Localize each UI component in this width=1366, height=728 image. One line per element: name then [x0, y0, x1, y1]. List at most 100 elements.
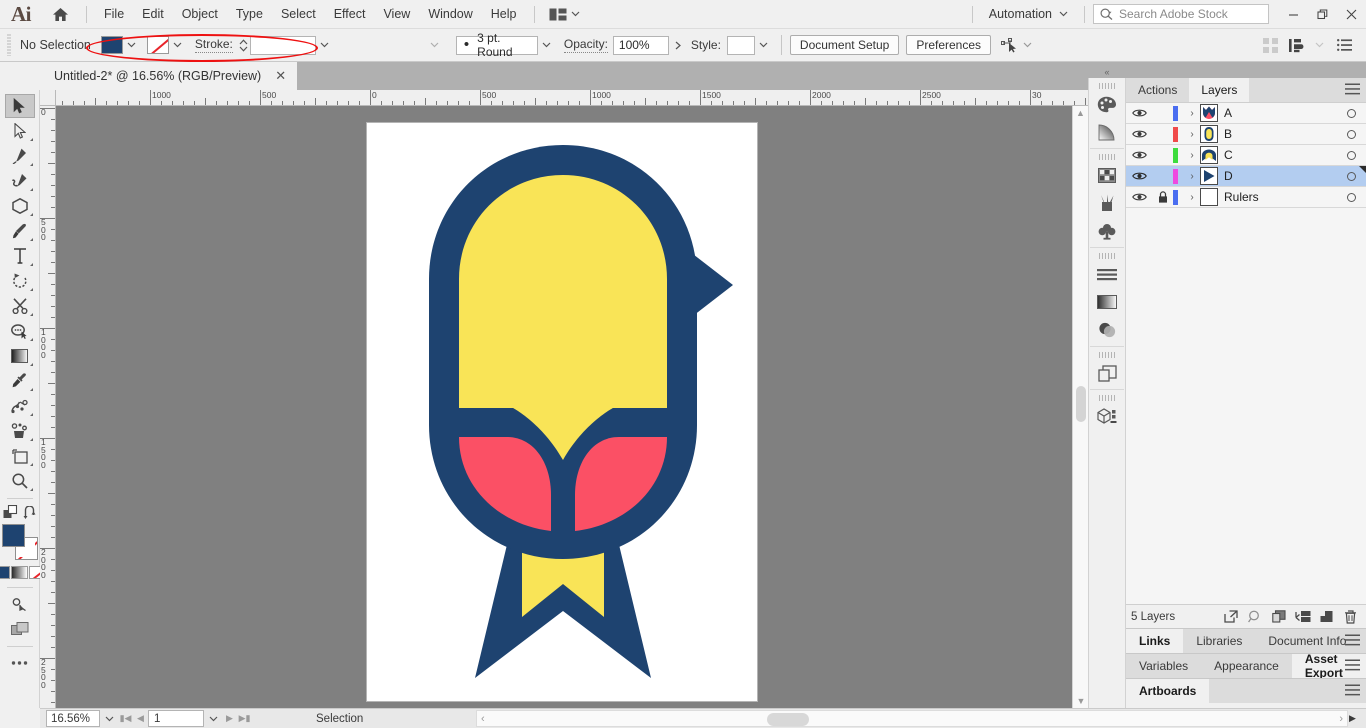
document-setup-button[interactable]: Document Setup — [789, 35, 900, 55]
stroke-panel-icon[interactable] — [1092, 260, 1122, 288]
more-options-icon[interactable] — [1328, 36, 1360, 55]
tab-links[interactable]: Links — [1126, 629, 1184, 653]
transform-icon[interactable] — [1001, 37, 1018, 53]
shape-tool[interactable] — [5, 194, 35, 218]
3d-panel-icon[interactable] — [1092, 402, 1122, 430]
horizontal-scrollbar[interactable]: ‹ › — [476, 710, 1348, 727]
brushes-panel-icon[interactable] — [1092, 189, 1122, 217]
tab-variables[interactable]: Variables — [1126, 654, 1201, 678]
distribute-dropdown-icon[interactable] — [1310, 36, 1328, 55]
document-tab[interactable]: Untitled-2* @ 16.56% (RGB/Preview) ✕ — [40, 62, 298, 90]
default-fill-stroke-icon[interactable] — [3, 505, 18, 520]
create-new-sublayer-icon[interactable] — [1293, 607, 1312, 626]
fill-color-swatch[interactable] — [100, 36, 123, 54]
search-icon[interactable] — [1245, 607, 1264, 626]
workspace-switcher[interactable]: Automation — [981, 3, 1076, 25]
align-icon[interactable] — [1258, 36, 1284, 55]
horizontal-scroll-thumb[interactable] — [767, 713, 809, 726]
visibility-toggle-icon[interactable] — [1126, 192, 1152, 202]
ruler-origin[interactable] — [40, 90, 56, 106]
control-bar-grip[interactable] — [4, 34, 14, 56]
panel-menu-icon[interactable] — [1345, 684, 1360, 696]
visibility-toggle-icon[interactable] — [1126, 129, 1152, 139]
paintbrush-tool[interactable] — [5, 219, 35, 243]
target-circle-icon[interactable] — [1336, 192, 1366, 202]
menu-select[interactable]: Select — [272, 2, 325, 26]
rail-grip-4[interactable] — [1099, 352, 1115, 358]
target-circle-icon[interactable] — [1336, 108, 1366, 118]
expand-layer-icon[interactable]: › — [1184, 108, 1200, 119]
tab-document-info[interactable]: Document Info — [1255, 629, 1359, 653]
draw-normal-icon[interactable] — [5, 592, 35, 616]
scissors-tool[interactable] — [5, 294, 35, 318]
last-artboard-icon[interactable]: ▶▮ — [237, 713, 252, 724]
swap-fill-stroke-icon[interactable] — [23, 506, 37, 519]
color-icon[interactable] — [0, 566, 10, 579]
panel-menu-icon[interactable] — [1345, 659, 1360, 671]
selection-tool[interactable] — [4, 94, 35, 118]
pen-tool[interactable] — [5, 144, 35, 168]
scroll-right-arrow[interactable]: › — [1339, 713, 1343, 725]
home-icon[interactable] — [42, 0, 78, 29]
stroke-weight-stepper[interactable] — [239, 38, 248, 52]
symbols-panel-icon[interactable] — [1092, 217, 1122, 245]
transparency-panel-icon[interactable] — [1092, 316, 1122, 344]
menu-window[interactable]: Window — [419, 2, 481, 26]
gradient-icon[interactable] — [11, 566, 28, 579]
type-tool[interactable] — [5, 244, 35, 268]
locate-object-icon[interactable] — [1221, 607, 1240, 626]
rotate-tool[interactable] — [5, 269, 35, 293]
rail-grip[interactable] — [1099, 83, 1115, 89]
eyedropper-tool[interactable] — [5, 369, 35, 393]
expand-layer-icon[interactable]: › — [1184, 171, 1200, 182]
menu-edit[interactable]: Edit — [133, 2, 173, 26]
width-profile-dropdown-icon[interactable] — [426, 36, 444, 55]
blend-tool[interactable] — [5, 394, 35, 418]
search-input[interactable]: Search Adobe Stock — [1093, 4, 1269, 24]
target-circle-icon[interactable] — [1336, 150, 1366, 160]
minimize-button[interactable] — [1279, 0, 1308, 29]
restore-button[interactable] — [1308, 0, 1337, 29]
tab-appearance[interactable]: Appearance — [1201, 654, 1292, 678]
brush-definition-selector[interactable]: • 3 pt. Round — [455, 31, 538, 59]
gradient2-panel-icon[interactable] — [1092, 288, 1122, 316]
artboard-tool[interactable] — [5, 444, 35, 468]
menu-object[interactable]: Object — [173, 2, 227, 26]
prev-artboard-icon[interactable]: ◀ — [133, 713, 148, 724]
swatches-panel-icon[interactable] — [1092, 161, 1122, 189]
bird-badge-illustration[interactable] — [367, 123, 757, 701]
tab-artboards[interactable]: Artboards — [1126, 679, 1210, 703]
graphic-style-selector[interactable] — [726, 35, 755, 55]
menu-effect[interactable]: Effect — [325, 2, 375, 26]
tab-layers[interactable]: Layers — [1189, 78, 1250, 102]
layer-name-b[interactable]: B — [1224, 127, 1336, 141]
style-dropdown-icon[interactable] — [755, 36, 773, 55]
zoom-level-input[interactable]: 16.56% — [46, 710, 100, 727]
tab-actions[interactable]: Actions — [1126, 78, 1189, 102]
menu-file[interactable]: File — [95, 2, 133, 26]
menu-view[interactable]: View — [374, 2, 419, 26]
vertical-scroll-thumb[interactable] — [1076, 386, 1086, 422]
vertical-ruler[interactable]: 0 5 0 0 1 0 0 0 1 5 0 0 2 0 0 0 2 5 0 0 — [40, 106, 56, 708]
menu-type[interactable]: Type — [227, 2, 272, 26]
color-panel-icon[interactable] — [1092, 90, 1122, 118]
expand-layer-icon[interactable]: › — [1184, 129, 1200, 140]
stroke-dropdown-icon[interactable] — [169, 36, 187, 55]
distribute-icon[interactable] — [1284, 36, 1310, 55]
layer-name-a[interactable]: A — [1224, 106, 1336, 120]
direct-selection-tool[interactable] — [5, 119, 35, 143]
lock-icon[interactable] — [1152, 191, 1173, 203]
next-artboard-icon[interactable]: ▶ — [222, 713, 237, 724]
canvas-area[interactable] — [56, 106, 1072, 708]
make-clipping-mask-icon[interactable] — [1269, 607, 1288, 626]
shaper-tool[interactable] — [5, 319, 35, 343]
layer-row-a[interactable]: › A — [1126, 103, 1366, 124]
symbol-sprayer-tool[interactable] — [5, 419, 35, 443]
horizontal-ruler[interactable]: 1000 500 0 500 1000 1500 2000 2500 30 — [40, 90, 1088, 106]
rail-grip-3[interactable] — [1099, 253, 1115, 259]
stroke-weight-dropdown-icon[interactable] — [316, 36, 334, 55]
expand-layer-icon[interactable]: › — [1184, 192, 1200, 203]
pathfinder-panel-icon[interactable] — [1092, 359, 1122, 387]
toolbar-fill-swatch[interactable] — [1, 524, 25, 547]
gradient-panel-icon[interactable] — [1092, 118, 1122, 146]
